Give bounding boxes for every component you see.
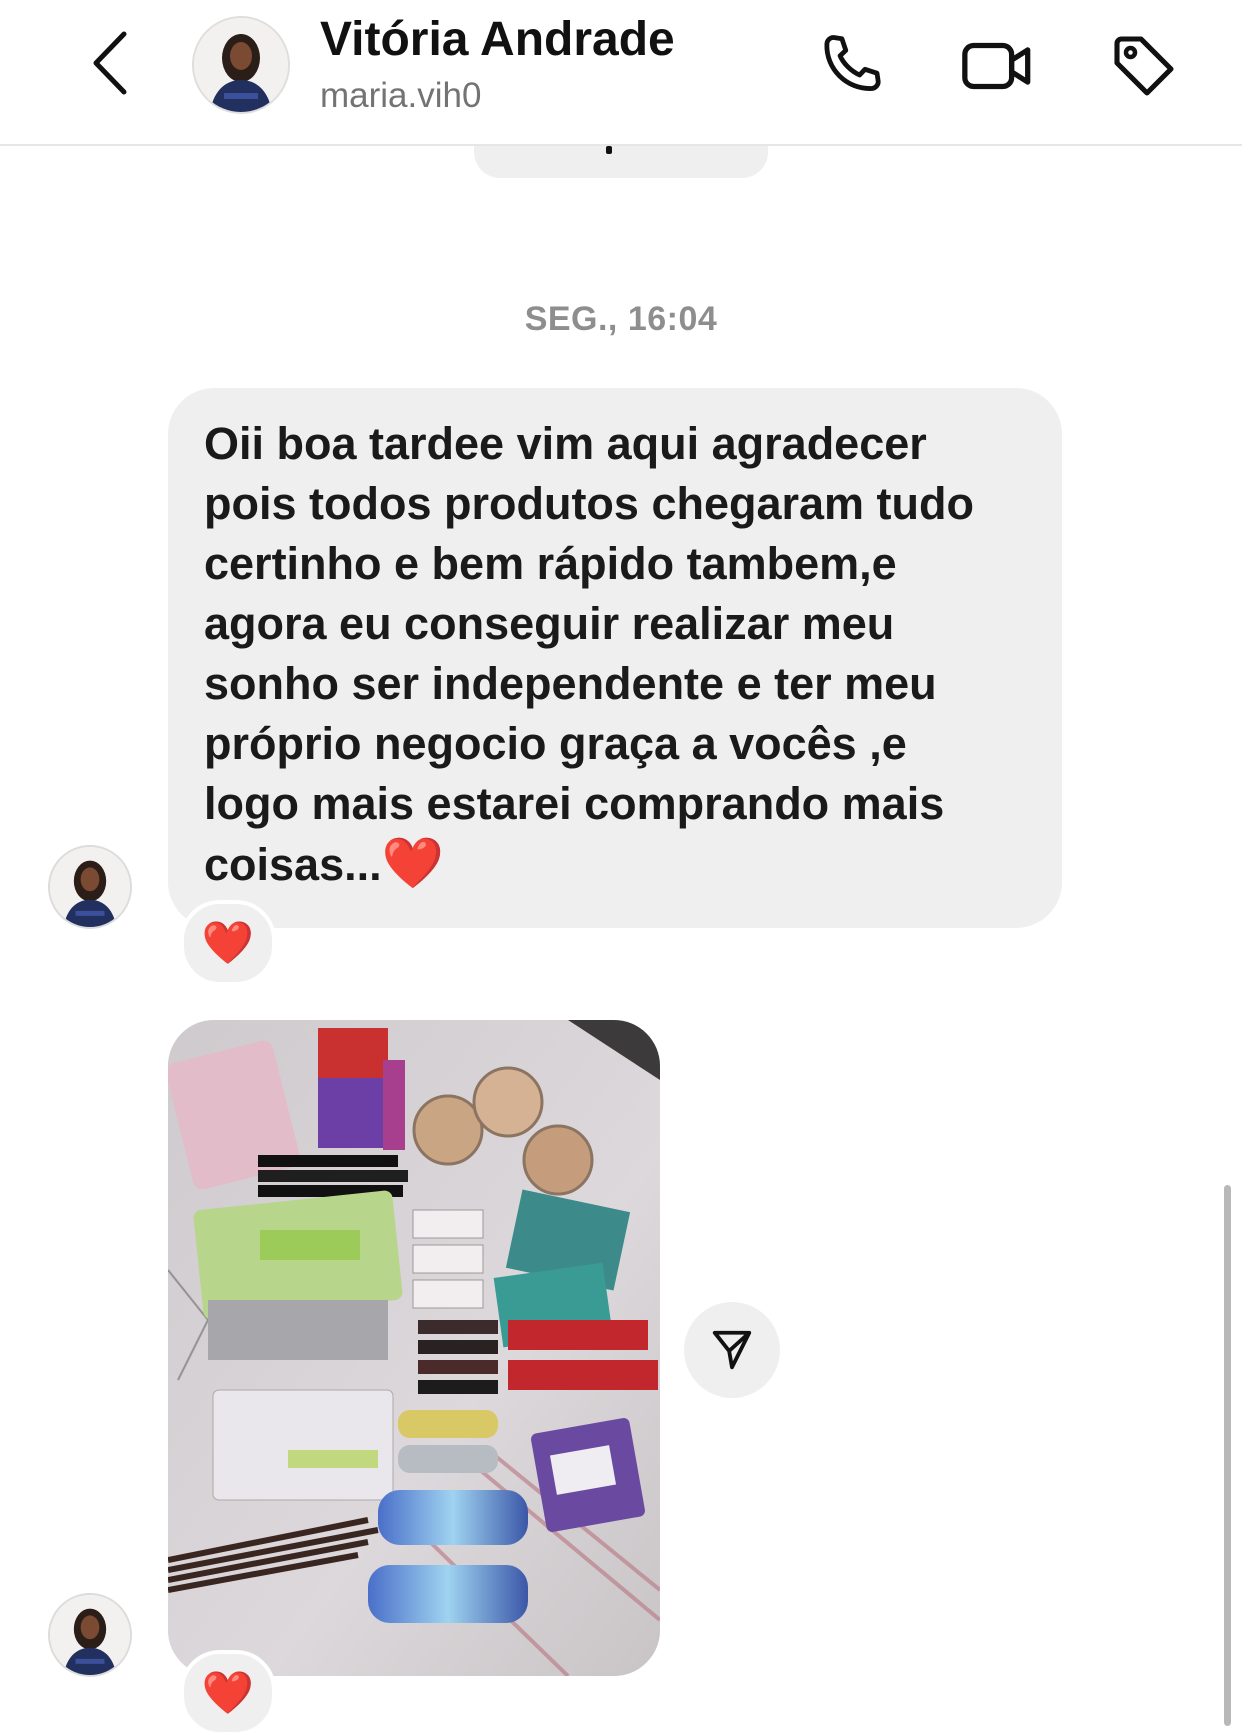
message-timestamp: SEG., 16:04 <box>524 300 718 338</box>
video-camera-icon <box>962 42 1031 90</box>
contact-username[interactable]: maria.vih0 <box>320 76 481 116</box>
call-button[interactable] <box>810 26 890 106</box>
heart-reaction[interactable]: ❤️ <box>180 1650 276 1736</box>
heart-emoji: ❤️ <box>381 835 444 891</box>
photo-message[interactable] <box>168 1020 660 1676</box>
heart-icon: ❤️ <box>201 918 255 966</box>
phone-icon <box>824 35 881 91</box>
paper-plane-icon <box>712 1330 752 1370</box>
contact-name[interactable]: Vitória Andrade <box>320 12 675 67</box>
tag-button[interactable] <box>1104 26 1184 106</box>
message-bubble[interactable]: Oii boa tardee vim aqui agradecer pois t… <box>168 388 1062 928</box>
sender-avatar[interactable] <box>48 845 132 929</box>
scrollbar[interactable] <box>1224 1185 1231 1726</box>
video-call-button[interactable] <box>957 26 1037 106</box>
header-avatar[interactable] <box>192 16 290 114</box>
tag-icon <box>1114 36 1174 96</box>
heart-reaction[interactable]: ❤️ <box>180 900 276 986</box>
previous-message-fragment <box>606 146 612 154</box>
back-button[interactable] <box>80 28 140 98</box>
sender-avatar[interactable] <box>48 1593 132 1677</box>
chat-header: Vitória Andrade maria.vih0 <box>0 0 1242 146</box>
share-button[interactable] <box>684 1302 780 1398</box>
message-text: Oii boa tardee vim aqui agradecer pois t… <box>204 418 975 890</box>
chevron-left-icon <box>93 31 127 95</box>
products-photo <box>168 1020 660 1676</box>
heart-icon: ❤️ <box>201 1668 255 1716</box>
